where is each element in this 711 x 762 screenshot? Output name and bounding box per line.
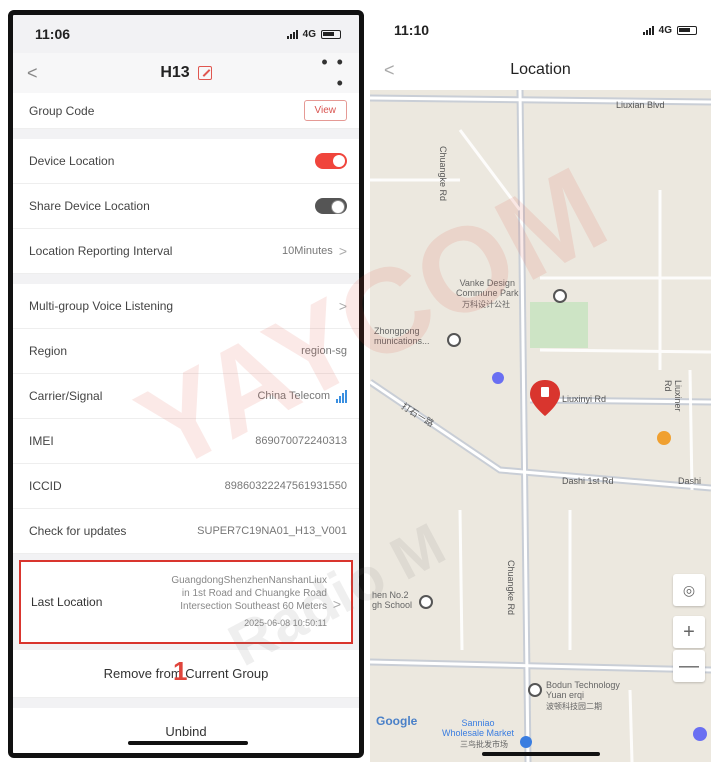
view-group-code-button[interactable]: View [303,100,347,121]
chevron-right-icon: > [332,596,341,612]
device-name: H13 [160,64,190,81]
crosshair-icon: ◎ [682,581,696,598]
edit-icon[interactable] [197,66,212,80]
park-area [530,302,588,348]
carrier-value: China Telecom [257,390,330,402]
last-location-label: Last Location [31,595,103,609]
home-indicator [128,741,248,745]
imei-row: IMEI 869070072240313 [13,419,359,464]
status-time: 11:10 [394,22,430,38]
road-label: Liuxiner Rd [663,380,683,412]
voice-listening-row[interactable]: Multi-group Voice Listening > [13,284,359,329]
road-label: Chuangke Rd [506,560,516,616]
step-marker: 1 [173,656,188,686]
status-icons: 4G [642,24,697,36]
reporting-interval-row[interactable]: Location Reporting Interval 10Minutes > [13,229,359,274]
section-divider [13,698,359,708]
last-location-time: 2025-06-08 10:50:11 [244,618,327,628]
section-divider [13,129,359,139]
network-type: 4G [302,28,316,40]
carrier-row: Carrier/Signal China Telecom [13,374,359,419]
iccid-value: 89860322247561931550 [224,480,347,492]
home-indicator [482,752,600,756]
battery-icon [677,25,697,35]
place-label: 三鸟批发市场 [460,740,508,749]
share-location-label: Share Device Location [29,199,150,213]
imei-value: 869070072240313 [255,435,347,447]
locate-me-button[interactable]: ◎ [673,574,705,606]
check-updates-row[interactable]: Check for updates SUPER7C19NA01_H13_V001 [13,509,359,554]
iccid-label: ICCID [29,479,62,493]
region-value: region-sg [301,345,347,357]
back-button[interactable]: < [27,63,57,84]
network-type: 4G [658,24,672,36]
group-code-row: Group Code View [13,93,359,129]
check-updates-label: Check for updates [29,524,127,538]
page-title: Location [510,61,571,78]
device-title: H13 [160,64,212,82]
share-location-toggle[interactable] [315,198,347,214]
device-location-row: Device Location [13,139,359,184]
last-location-row[interactable]: Last Location GuangdongShenzhenNanshanLi… [19,560,353,644]
battery-icon [321,29,341,39]
place-label: Bodun Technology Yuan erqi [546,680,620,700]
chevron-right-icon: > [338,298,347,314]
chevron-right-icon: > [338,243,347,259]
group-code-label: Group Code [29,103,95,118]
status-time: 11:06 [35,26,71,42]
signal-icon [642,25,654,35]
carrier-label: Carrier/Signal [29,389,103,403]
nav-bar: Location < [370,50,711,90]
firmware-version: SUPER7C19NA01_H13_V001 [197,525,347,537]
status-bar: 11:06 4G [13,15,359,53]
google-attribution: Google [376,714,418,728]
signal-strength-icon [336,389,347,403]
road-label: Liuxian Blvd [616,100,665,110]
place-label: Vanke Design Commune Park [456,278,519,298]
road-label: Dashi 1st Rd [562,476,614,486]
reporting-interval-value: 10Minutes [282,245,333,257]
device-location-toggle[interactable] [315,153,347,169]
address-line: GuangdongShenzhenNanshanLiux [171,575,327,586]
zoom-in-button[interactable]: + [673,616,705,648]
screenshot-stage: 11:06 4G < H13 • • • Group Code View Dev… [0,0,711,762]
zoom-out-button[interactable]: — [673,650,705,682]
last-location-address: GuangdongShenzhenNanshanLiux in 1st Road… [113,574,341,630]
back-button[interactable]: < [384,60,395,81]
nav-bar: < H13 • • • [13,52,359,94]
place-label: hen No.2 gh School [372,590,413,610]
map-canvas [370,90,711,762]
road-label: Dashi [678,476,702,486]
unbind-button[interactable]: Unbind [13,708,359,753]
region-row: Region region-sg [13,329,359,374]
more-menu-button[interactable]: • • • [315,52,345,94]
region-label: Region [29,344,68,358]
place-label: Zhongpong munications... [374,326,430,346]
map-view[interactable]: Liuxian Blvd Chuangke Rd Vanke Design Co… [370,90,711,762]
place-label: Sanniao Wholesale Market [442,718,515,738]
share-location-row: Share Device Location [13,184,359,229]
signal-icon [286,29,298,39]
device-location-label: Device Location [29,154,115,168]
place-label: 万科设计公社 [462,300,510,309]
road-label: Liuxinyi Rd [562,394,607,404]
place-label: 波顿科技园二期 [546,702,602,711]
iccid-row: ICCID 89860322247561931550 [13,464,359,509]
section-divider [13,274,359,284]
reporting-interval-value-group: 10Minutes > [282,243,347,259]
road-label: Chuangke Rd [438,146,448,202]
remove-from-group-button[interactable]: Remove from Current Group 1 [13,650,359,698]
status-bar: 11:10 4G [370,10,711,50]
voice-listening-label: Multi-group Voice Listening [29,299,174,313]
device-settings-screen: 11:06 4G < H13 • • • Group Code View Dev… [8,10,364,758]
location-map-screen: 11:10 4G Location < Liuxian Blvd Chuangk… [370,10,711,762]
address-line: in 1st Road and Chuangke Road [181,588,327,599]
imei-label: IMEI [29,434,54,448]
status-icons: 4G [286,28,341,40]
unbind-label: Unbind [165,724,207,739]
address-line: Intersection Southeast 60 Meters [180,601,327,612]
carrier-value-group: China Telecom [257,389,347,403]
reporting-interval-label: Location Reporting Interval [29,244,173,258]
